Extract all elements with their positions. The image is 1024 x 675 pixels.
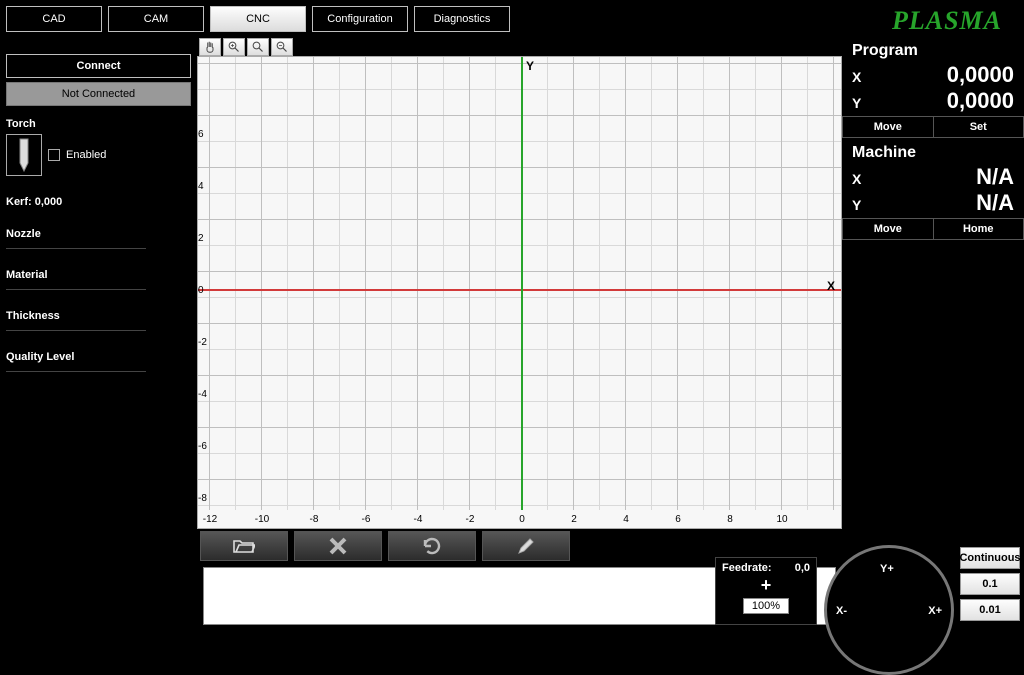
nozzle-label: Nozzle [6, 228, 191, 240]
kerf-label: Kerf: 0,000 [6, 196, 191, 208]
feedrate-plus-button[interactable]: + [761, 576, 772, 594]
tab-cnc[interactable]: CNC [210, 6, 306, 32]
axis-y [521, 57, 523, 510]
axis-x [198, 289, 841, 291]
brand-logo: PLASMA [892, 6, 1002, 36]
torch-icon[interactable] [6, 134, 42, 176]
ytick: 6 [198, 129, 218, 140]
step-0-01-button[interactable]: 0.01 [960, 599, 1020, 621]
left-panel: Connect Not Connected Torch Enabled Kerf… [0, 36, 197, 625]
tab-configuration[interactable]: Configuration [312, 6, 408, 32]
machine-title: Machine [852, 144, 1014, 162]
kerf-value: 0,000 [35, 196, 63, 208]
hand-icon[interactable] [199, 38, 221, 56]
step-buttons: Continuous 0.1 0.01 [960, 547, 1020, 621]
canvas-toolbar [197, 36, 842, 56]
machine-y-label: Y [852, 197, 861, 213]
x-tick-row: -12 -10 -8 -6 -4 -2 0 2 4 6 8 10 [198, 510, 841, 528]
feedrate-value: 0,0 [795, 562, 810, 574]
axis-x-label: X [827, 279, 835, 293]
ytick: -2 [198, 337, 218, 348]
delete-button[interactable] [294, 531, 382, 561]
program-move-button[interactable]: Move [842, 116, 934, 138]
open-button[interactable] [200, 531, 288, 561]
ytick: -4 [198, 389, 218, 400]
machine-home-button[interactable]: Home [934, 218, 1024, 240]
quality-label: Quality Level [6, 351, 191, 363]
tab-diagnostics[interactable]: Diagnostics [414, 6, 510, 32]
machine-x-label: X [852, 171, 861, 187]
connection-status: Not Connected [6, 82, 191, 106]
ytick: -6 [198, 441, 218, 452]
torch-enabled-label: Enabled [66, 149, 106, 161]
machine-y-value: N/A [976, 190, 1014, 216]
ytick: 0 [198, 285, 218, 296]
step-0-1-button[interactable]: 0.1 [960, 573, 1020, 595]
feedrate-panel: Feedrate: 0,0 + 100% [715, 557, 817, 625]
material-label: Material [6, 269, 191, 281]
zoom-out-icon[interactable] [271, 38, 293, 56]
machine-x-value: N/A [976, 164, 1014, 190]
center-panel: X Y 6 4 2 0 -2 -4 -6 -8 -12 -10 -8 -6 -4… [197, 36, 842, 625]
ytick: 2 [198, 233, 218, 244]
torch-enabled-checkbox[interactable] [48, 149, 60, 161]
reload-button[interactable] [388, 531, 476, 561]
program-x-label: X [852, 69, 861, 85]
tab-cam[interactable]: CAM [108, 6, 204, 32]
jog-y-plus[interactable]: Y+ [880, 563, 894, 575]
feedrate-percent[interactable]: 100% [743, 598, 789, 614]
feedrate-label: Feedrate: [722, 562, 772, 574]
program-x-value: 0,0000 [947, 62, 1014, 88]
jog-x-minus[interactable]: X- [836, 605, 847, 617]
axis-y-label: Y [526, 59, 534, 73]
edit-button[interactable] [482, 531, 570, 561]
zoom-in-icon[interactable] [223, 38, 245, 56]
right-panel: Program X 0,0000 Y 0,0000 Move Set Machi… [842, 36, 1024, 625]
thickness-label: Thickness [6, 310, 191, 322]
jog-x-plus[interactable]: X+ [928, 605, 942, 617]
zoom-fit-icon[interactable] [247, 38, 269, 56]
jog-dial: Y+ X- X+ [824, 545, 954, 655]
torch-label: Torch [6, 118, 191, 130]
ytick: 4 [198, 181, 218, 192]
machine-move-button[interactable]: Move [842, 218, 934, 240]
program-set-button[interactable]: Set [934, 116, 1024, 138]
plot-canvas[interactable]: X Y 6 4 2 0 -2 -4 -6 -8 -12 -10 -8 -6 -4… [197, 56, 842, 529]
top-tabs: CAD CAM CNC Configuration Diagnostics PL… [0, 0, 1024, 36]
connect-button[interactable]: Connect [6, 54, 191, 78]
program-y-label: Y [852, 95, 861, 111]
ytick: -8 [198, 493, 218, 504]
step-continuous-button[interactable]: Continuous [960, 547, 1020, 569]
tab-cad[interactable]: CAD [6, 6, 102, 32]
program-y-value: 0,0000 [947, 88, 1014, 114]
program-title: Program [852, 42, 1014, 60]
